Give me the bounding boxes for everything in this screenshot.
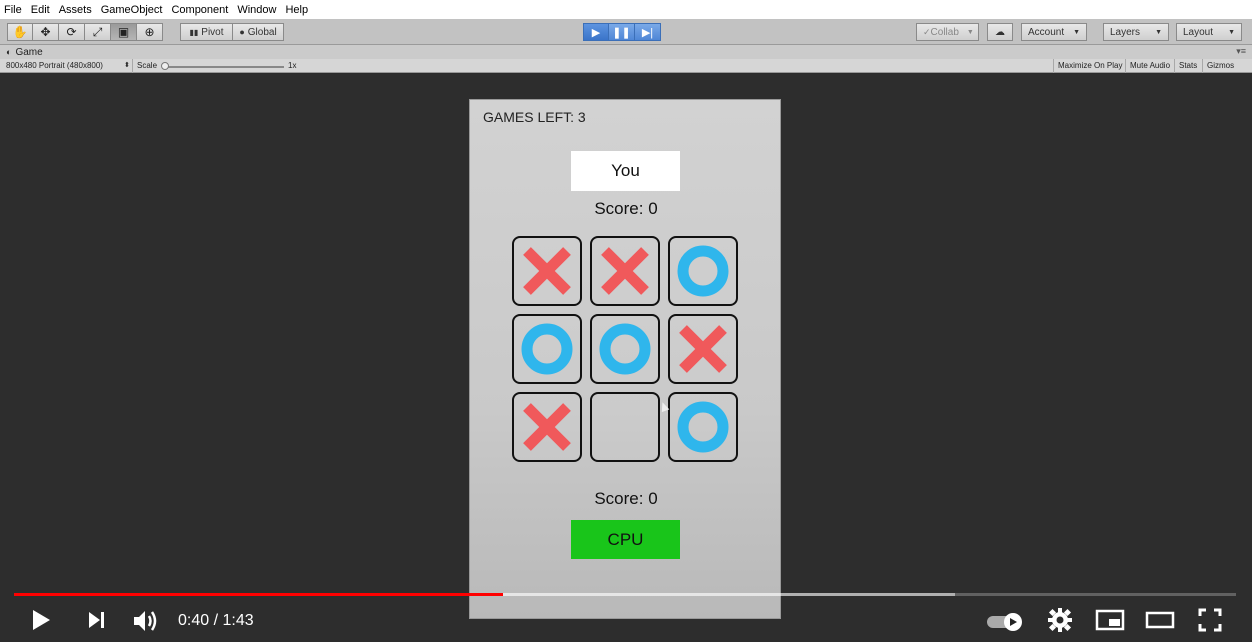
global-button[interactable]: ● Global (233, 23, 284, 41)
menu-help[interactable]: Help (285, 4, 308, 16)
resolution-dropdown[interactable]: 800x480 Portrait (480x800) (6, 61, 103, 70)
layout-dropdown[interactable]: Layout ▼ (1176, 23, 1242, 41)
x-mark-icon (523, 247, 571, 295)
board-cell-x[interactable] (590, 236, 660, 306)
layout-group: Layout ▼ (1176, 23, 1242, 41)
games-left-label: GAMES LEFT: 3 (483, 109, 586, 125)
account-group: Account ▼ (1021, 23, 1087, 41)
o-mark-icon (599, 323, 651, 375)
check-icon: ✓ (923, 26, 931, 37)
pivot-group: ▮▮ Pivot ● Global (180, 23, 284, 41)
resolution-arrow-icon: ⬍ (124, 62, 130, 69)
played-bar (14, 593, 503, 596)
menu-component[interactable]: Component (171, 4, 228, 16)
toolbar: ✋ ✥ ⟳ ⤢ ▣ ⊕ ▮▮ Pivot ● Global ▶ ❚❚ ▶| ✓ (0, 19, 1252, 45)
scale-slider-track[interactable] (162, 66, 284, 68)
pause-icon[interactable]: ❚❚ (609, 23, 635, 41)
menu-edit[interactable]: Edit (31, 4, 50, 16)
player-name-box: You (571, 151, 680, 191)
video-time: 0:40 / 1:43 (178, 612, 254, 629)
o-mark-icon (677, 245, 729, 297)
move-tool-icon[interactable]: ✥ (33, 23, 59, 41)
account-dropdown[interactable]: Account ▼ (1021, 23, 1087, 41)
fullscreen-icon[interactable] (1198, 608, 1222, 632)
o-mark-icon (677, 401, 729, 453)
game-tab-title: Game (15, 46, 43, 58)
collab-group: ✓ Collab ▼ (916, 23, 979, 41)
game-screen: GAMES LEFT: 3 You Score: 0 Score: 0 CPU (469, 99, 781, 619)
rect-tool-icon[interactable]: ▣ (111, 23, 137, 41)
board-cell-x[interactable] (668, 314, 738, 384)
theater-icon[interactable] (1145, 608, 1175, 632)
cpu-score: Score: 0 (594, 489, 658, 508)
settings-icon[interactable] (1048, 608, 1072, 632)
scale-tool-icon[interactable]: ⤢ (85, 23, 111, 41)
menu-gameobject[interactable]: GameObject (101, 4, 163, 16)
game-tab[interactable]: ◐ Game ▾≡ (0, 45, 1252, 59)
scale-slider-handle[interactable] (161, 62, 169, 70)
next-icon[interactable] (86, 608, 108, 632)
volume-icon[interactable] (132, 608, 160, 634)
board-cell-o[interactable] (668, 392, 738, 462)
x-mark-icon (679, 325, 727, 373)
global-label: Global (247, 26, 277, 38)
board-cell-o[interactable] (512, 314, 582, 384)
tab-menu-icon[interactable]: ▾≡ (1236, 46, 1246, 57)
cpu-name-box: CPU (571, 520, 680, 559)
cloud-icon[interactable]: ☁ (987, 23, 1013, 41)
pivot-label: Pivot (201, 26, 224, 38)
transform-tools: ✋ ✥ ⟳ ⤢ ▣ ⊕ (7, 23, 163, 41)
step-icon[interactable]: ▶| (635, 23, 661, 41)
pivot-icon: ▮▮ (189, 27, 199, 37)
transform-tool-icon[interactable]: ⊕ (137, 23, 163, 41)
gizmos-dropdown[interactable]: Gizmos (1202, 59, 1238, 73)
dropdown-arrow-icon: ▼ (1155, 28, 1162, 36)
maximize-on-play-toggle[interactable]: Maximize On Play (1053, 59, 1126, 73)
divider (132, 59, 133, 73)
autoplay-toggle-icon[interactable] (986, 612, 1024, 632)
play-controls: ▶ ❚❚ ▶| (583, 23, 661, 41)
layers-group: Layers ▼ (1103, 23, 1169, 41)
video-progress-bar[interactable] (14, 593, 1236, 596)
globe-icon: ● (239, 27, 245, 37)
layers-dropdown[interactable]: Layers ▼ (1103, 23, 1169, 41)
menu-window[interactable]: Window (237, 4, 276, 16)
player-score: Score: 0 (594, 199, 658, 218)
x-mark-icon (601, 247, 649, 295)
board-cell-x[interactable] (512, 392, 582, 462)
rotate-tool-icon[interactable]: ⟳ (59, 23, 85, 41)
board-cell-x[interactable] (512, 236, 582, 306)
dropdown-arrow-icon: ▼ (966, 28, 974, 36)
menu-file[interactable]: File (4, 4, 22, 16)
mute-audio-toggle[interactable]: Mute Audio (1125, 59, 1174, 73)
pivot-button[interactable]: ▮▮ Pivot (180, 23, 233, 41)
scale-label: Scale (137, 61, 158, 70)
hand-tool-icon[interactable]: ✋ (7, 23, 33, 41)
x-mark-icon (523, 403, 571, 451)
menu-assets[interactable]: Assets (59, 4, 92, 16)
layout-label: Layout (1183, 26, 1214, 38)
layers-label: Layers (1110, 26, 1141, 38)
menu-bar: File Edit Assets GameObject Component Wi… (0, 0, 1252, 19)
collab-label: Collab (930, 26, 959, 38)
play-icon[interactable] (30, 608, 52, 632)
account-label: Account (1028, 26, 1065, 38)
board-cell-o[interactable] (668, 236, 738, 306)
board-cell-empty[interactable] (590, 392, 660, 462)
scale-value: 1x (288, 61, 297, 70)
stats-toggle[interactable]: Stats (1174, 59, 1201, 73)
o-mark-icon (521, 323, 573, 375)
dropdown-arrow-icon: ▼ (1073, 28, 1080, 36)
video-controls: 0:40 / 1:43 (0, 600, 1252, 642)
collab-dropdown[interactable]: ✓ Collab ▼ (916, 23, 979, 41)
board-cell-o[interactable] (590, 314, 660, 384)
miniplayer-icon[interactable] (1095, 608, 1125, 632)
cloud-group: ☁ (987, 23, 1013, 41)
game-tab-icon: ◐ (6, 47, 12, 57)
dropdown-arrow-icon: ▼ (1228, 28, 1235, 36)
play-mode-icon[interactable]: ▶ (583, 23, 609, 41)
game-view-toolbar: 800x480 Portrait (480x800) ⬍ Scale 1x Ma… (0, 59, 1252, 73)
